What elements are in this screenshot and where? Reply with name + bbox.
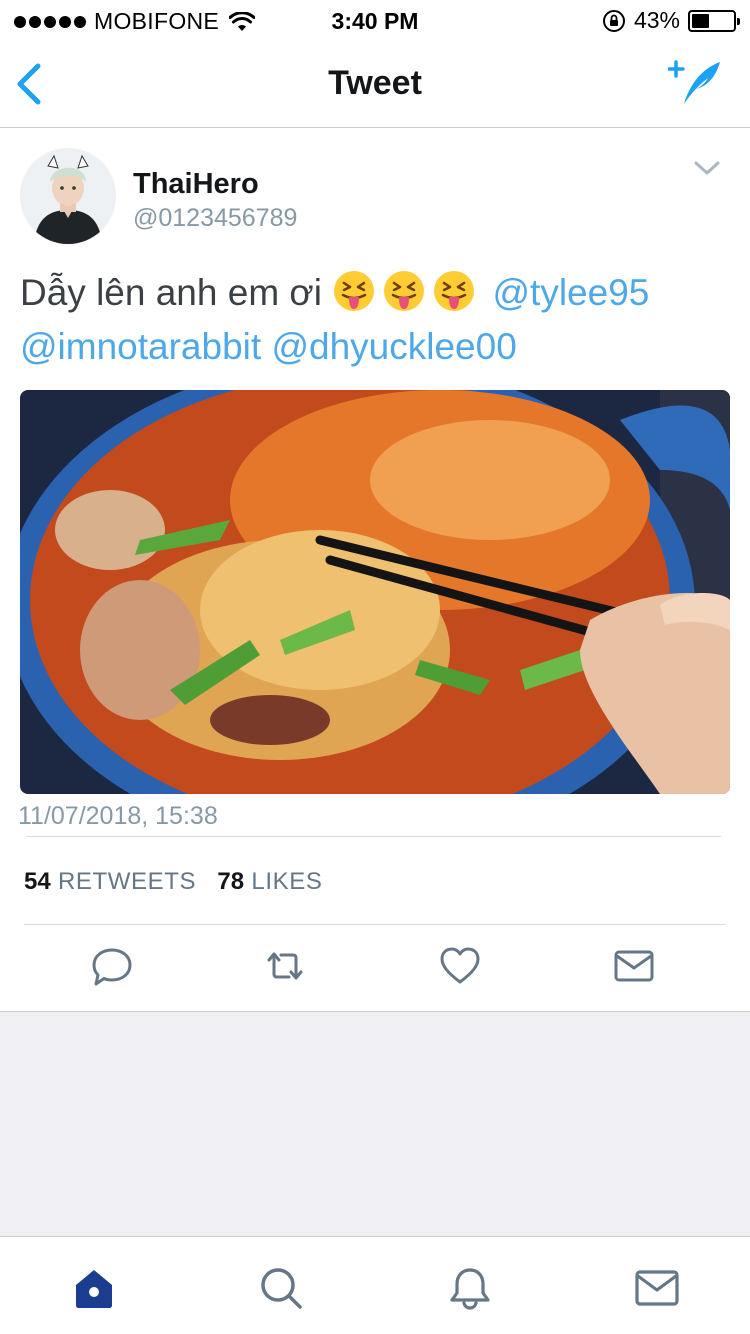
tweet-text: Dẫy lên anh em ơi @tylee95 @imnotarabbit…	[20, 266, 732, 374]
empty-replies-area	[0, 1011, 750, 1236]
tab-bar	[0, 1236, 750, 1334]
direct-message-icon[interactable]	[612, 944, 656, 988]
battery-icon	[688, 9, 740, 32]
battery-percent: 43%	[633, 7, 680, 33]
navigation-bar: Tweet	[0, 40, 750, 128]
mention-link[interactable]: @tylee95	[492, 272, 649, 313]
tweet-photo[interactable]	[20, 390, 730, 794]
home-icon[interactable]	[70, 1265, 118, 1311]
reply-icon[interactable]	[90, 944, 134, 988]
squinting-tongue-emoji-icon	[384, 271, 425, 311]
likes-label[interactable]: LIKES	[251, 868, 322, 895]
tweet-detail-screen: MOBIFONE 3:40 PM 43% Tweet ThaiHero @012…	[0, 0, 750, 1334]
squinting-tongue-emoji-icon	[334, 271, 375, 311]
divider	[26, 836, 721, 837]
compose-tweet-icon[interactable]	[668, 56, 724, 108]
tweet-emojis	[332, 271, 492, 313]
retweets-count[interactable]: 54	[24, 868, 51, 895]
tweet-text-body: Dẫy lên anh em ơi	[20, 272, 322, 313]
search-icon[interactable]	[257, 1265, 305, 1311]
rotation-lock-icon	[602, 9, 625, 32]
mention-link[interactable]: @dhyucklee00	[271, 326, 516, 367]
mention-link[interactable]: @imnotarabbit	[20, 326, 261, 367]
display-name[interactable]: ThaiHero	[133, 168, 259, 201]
like-icon[interactable]	[438, 944, 482, 988]
likes-count[interactable]: 78	[217, 868, 244, 895]
page-title: Tweet	[328, 64, 422, 102]
squinting-tongue-emoji-icon	[434, 271, 475, 311]
messages-icon[interactable]	[633, 1265, 681, 1311]
avatar[interactable]	[20, 148, 116, 244]
tweet-stats: 54 RETWEETS 78 LIKES	[24, 868, 322, 896]
retweet-icon[interactable]	[263, 944, 307, 988]
tweet-actions	[0, 944, 750, 992]
retweets-label[interactable]: RETWEETS	[58, 868, 196, 895]
chevron-down-icon[interactable]	[692, 158, 722, 178]
user-handle[interactable]: @0123456789	[133, 204, 297, 233]
status-bar: MOBIFONE 3:40 PM 43%	[0, 0, 750, 40]
tweet-timestamp: 11/07/2018, 15:38	[18, 802, 218, 830]
divider	[24, 924, 726, 925]
notifications-icon[interactable]	[446, 1265, 494, 1311]
